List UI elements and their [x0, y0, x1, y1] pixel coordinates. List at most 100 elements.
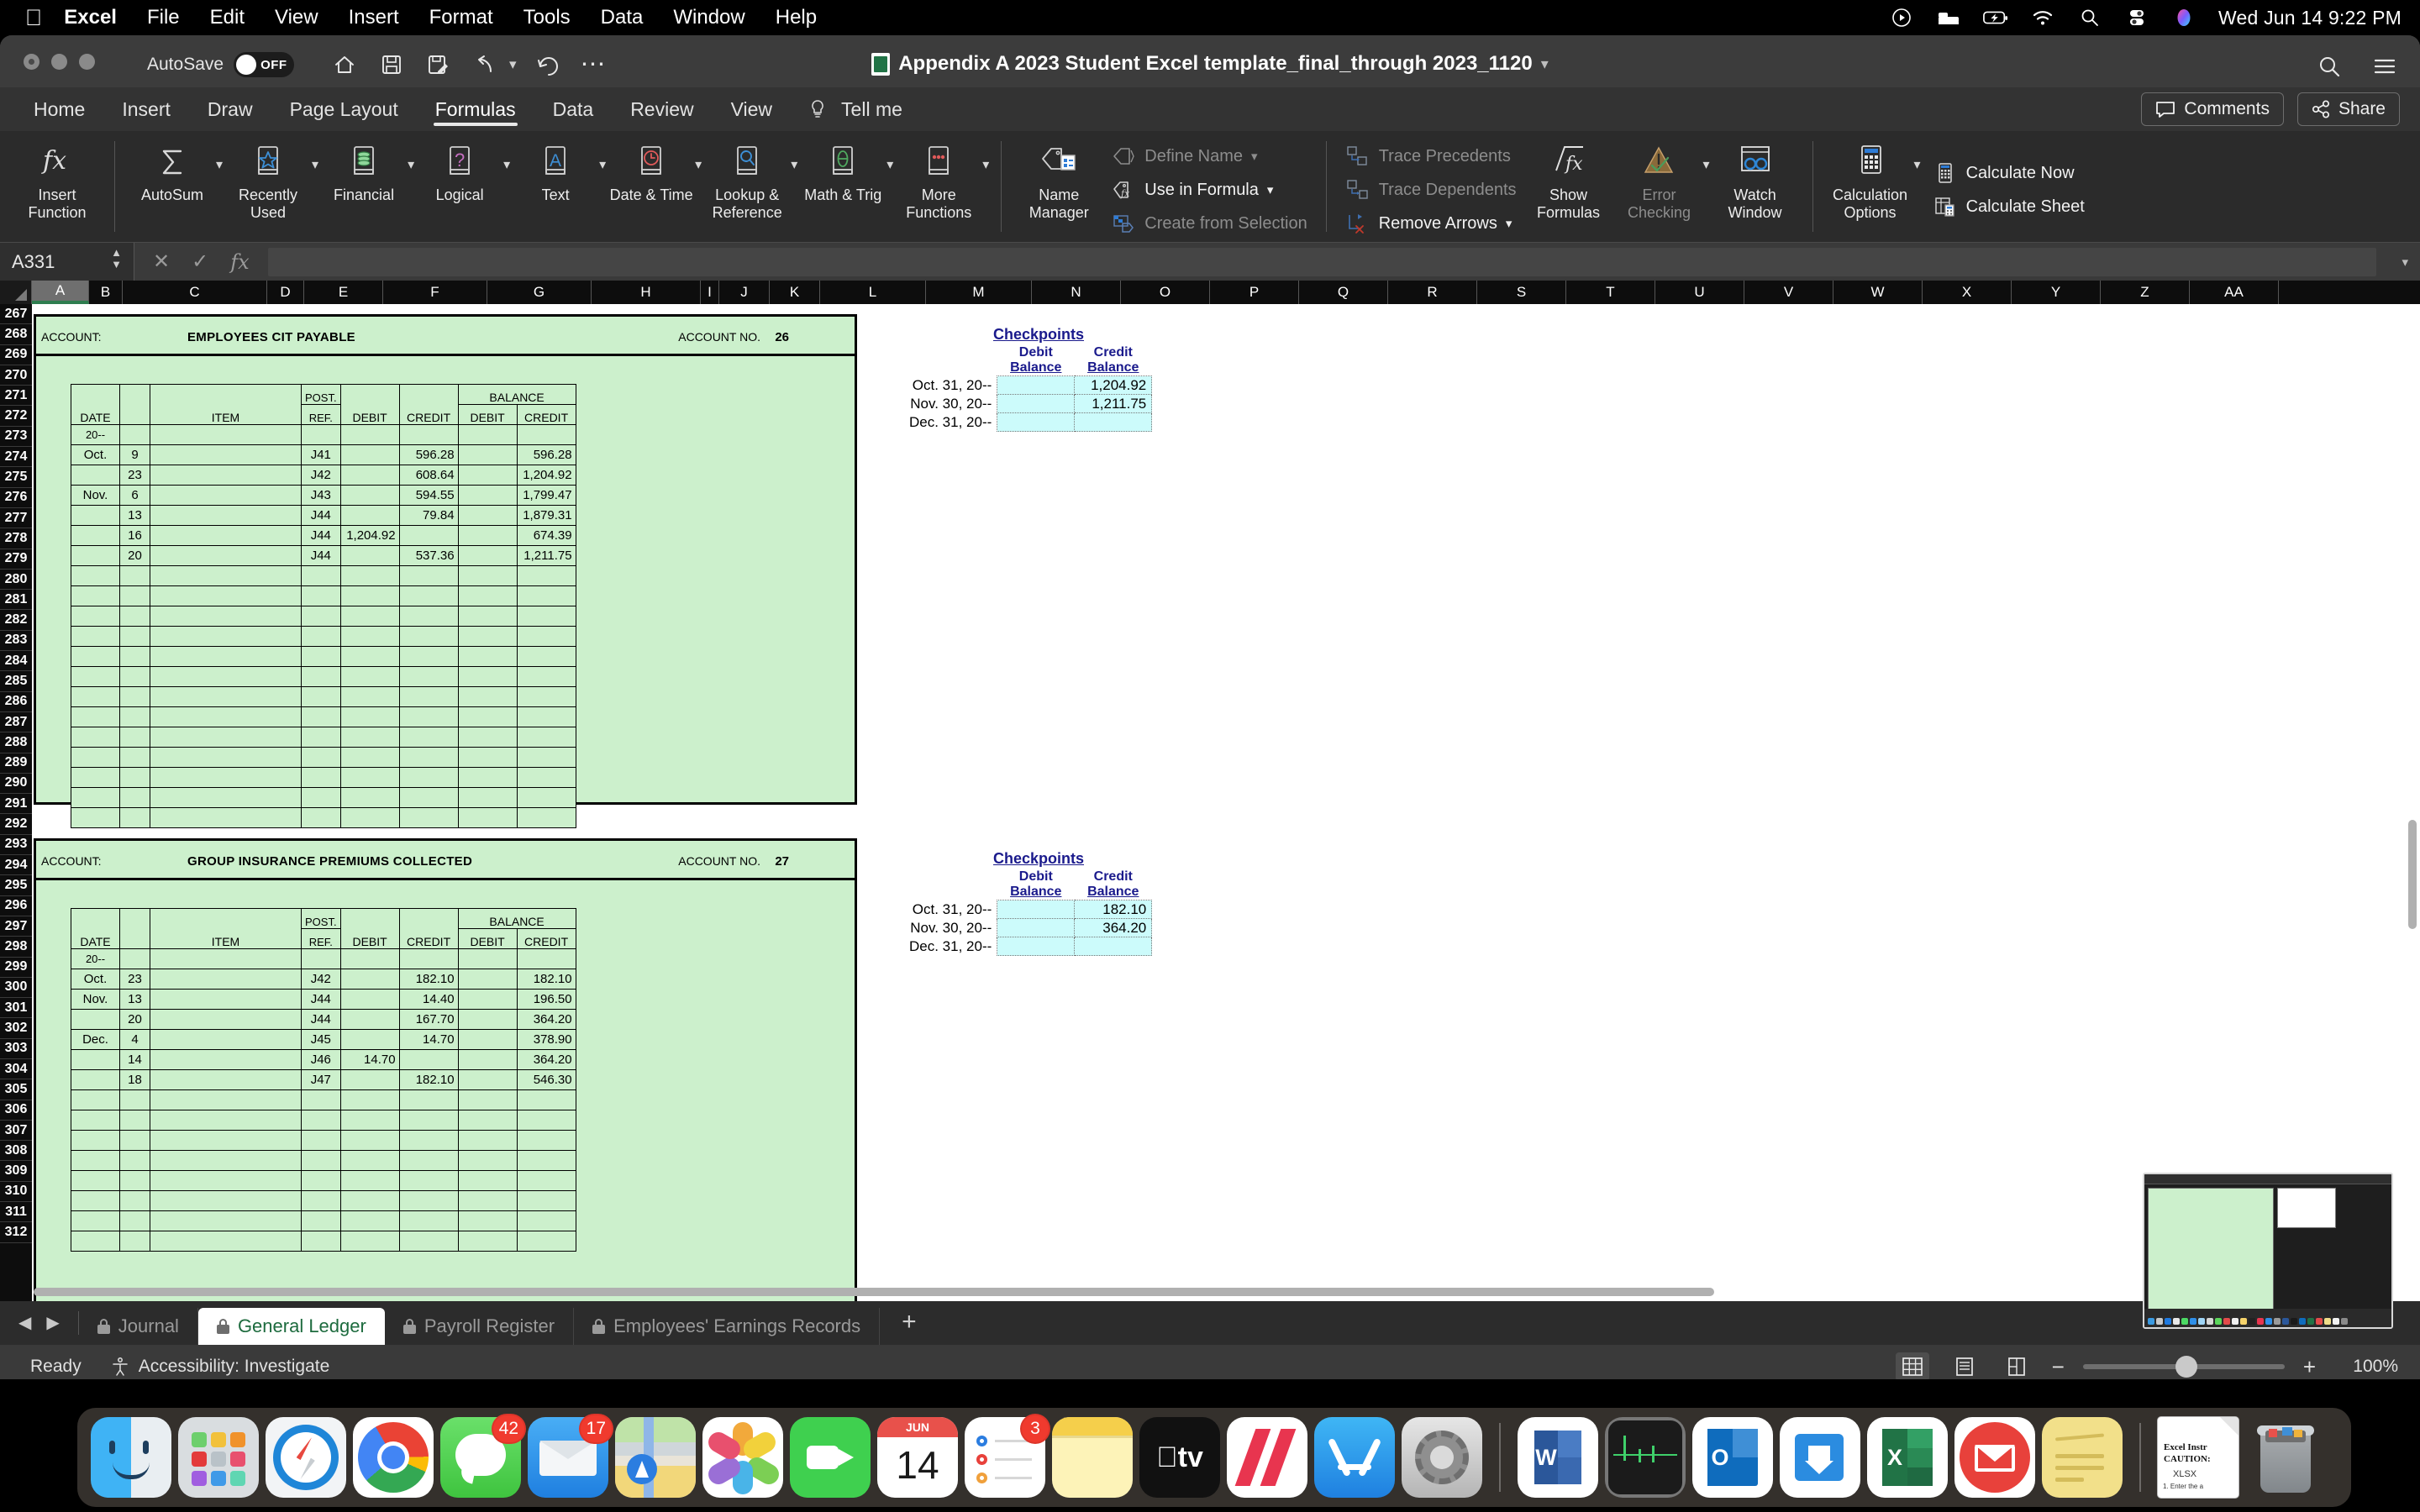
cell-item[interactable]: [150, 505, 302, 526]
horizontal-scrollbar[interactable]: [34, 1288, 2403, 1298]
row-header-278[interactable]: 278: [0, 528, 32, 549]
cell-debit[interactable]: [339, 747, 400, 768]
cell-month[interactable]: [71, 1170, 120, 1191]
cell-month[interactable]: [71, 545, 120, 566]
dock-item-calendar[interactable]: JUN 14: [877, 1417, 958, 1498]
watch-window-button[interactable]: Watch Window: [1710, 138, 1801, 222]
cell-credit[interactable]: [398, 1190, 459, 1211]
menu-item-format[interactable]: Format: [429, 6, 493, 29]
cell-month[interactable]: [71, 1231, 120, 1252]
column-header-AA[interactable]: AA: [2190, 281, 2279, 304]
cell-credit[interactable]: [398, 767, 459, 788]
dock-item-apple-tv[interactable]: tv: [1139, 1417, 1220, 1498]
cell-balance-credit[interactable]: [516, 1150, 576, 1171]
cell-item[interactable]: [150, 646, 302, 667]
cell-debit[interactable]: [339, 1130, 400, 1151]
cell-post-ref[interactable]: [301, 747, 341, 768]
financial-chevron-down-icon[interactable]: ▾: [408, 156, 414, 173]
apple-logo-icon[interactable]: : [25, 6, 42, 29]
row-header-283[interactable]: 283: [0, 631, 32, 652]
cell-balance-debit[interactable]: [457, 807, 518, 828]
cell-day[interactable]: [119, 1190, 150, 1211]
cell-month[interactable]: [71, 666, 120, 687]
cell-item[interactable]: [150, 969, 302, 990]
column-header-S[interactable]: S: [1477, 281, 1566, 304]
autosum-chevron-down-icon[interactable]: ▾: [216, 156, 223, 173]
cell-debit[interactable]: [339, 626, 400, 647]
checkpoints-credit-cell[interactable]: 182.10: [1074, 900, 1153, 919]
define-name-chevron-down-icon[interactable]: ▾: [1251, 149, 1258, 164]
cell-balance-debit[interactable]: [457, 545, 518, 566]
cell-balance-debit[interactable]: [457, 727, 518, 748]
cell-item[interactable]: [150, 1231, 302, 1252]
create-from-selection-button[interactable]: Create from Selection: [1111, 209, 1307, 238]
dock-item-reminders[interactable]: 3: [965, 1414, 1050, 1498]
cell-item[interactable]: [150, 1170, 302, 1191]
cell-day[interactable]: 16: [119, 525, 150, 546]
cell-debit[interactable]: [339, 646, 400, 667]
row-header-304[interactable]: 304: [0, 1059, 32, 1080]
vertical-scroll-thumb[interactable]: [2408, 820, 2417, 929]
dock-item-news[interactable]: [1227, 1417, 1307, 1498]
column-header-X[interactable]: X: [1923, 281, 2012, 304]
menu-item-file[interactable]: File: [147, 6, 180, 29]
cell-post-ref[interactable]: [301, 1150, 341, 1171]
cell-credit[interactable]: 14.40: [398, 989, 459, 1010]
logical-chevron-down-icon[interactable]: ▾: [503, 156, 510, 173]
cell-post-ref[interactable]: J44: [301, 989, 341, 1010]
cell-item[interactable]: [150, 1089, 302, 1110]
cell-balance-credit[interactable]: [516, 807, 576, 828]
cell-month[interactable]: Dec.: [71, 1029, 120, 1050]
row-header-309[interactable]: 309: [0, 1161, 32, 1182]
cell-balance-credit[interactable]: 1,879.31: [516, 505, 576, 526]
name-box-spinner[interactable]: ▲ ▼: [111, 247, 122, 270]
more-functions-button[interactable]: More Functions: [893, 138, 984, 222]
ledger-row[interactable]: [71, 706, 576, 727]
cell-debit[interactable]: [339, 1029, 400, 1050]
checkpoints-credit-cell[interactable]: [1074, 412, 1153, 432]
search-icon[interactable]: [2314, 52, 2344, 81]
row-header-290[interactable]: 290: [0, 774, 32, 795]
ledger-row[interactable]: Nov. 6 J43 594.55 1,799.47: [71, 485, 576, 506]
cell-post-ref[interactable]: [301, 686, 341, 707]
cell-month[interactable]: [71, 686, 120, 707]
column-header-E[interactable]: E: [304, 281, 383, 304]
dock-item-launchpad[interactable]: [178, 1417, 259, 1498]
dock-item-mail[interactable]: 17: [528, 1414, 613, 1498]
cell-debit[interactable]: [339, 485, 400, 506]
ledger-row[interactable]: [71, 747, 576, 768]
cell-month[interactable]: [71, 747, 120, 768]
cell-balance-credit[interactable]: [516, 747, 576, 768]
menu-bar-clock[interactable]: Wed Jun 14 9:22 PM: [2218, 7, 2402, 29]
add-sheet-button[interactable]: +: [880, 1308, 939, 1345]
autosum-button[interactable]: AutoSum: [127, 138, 218, 204]
logical-button[interactable]: ? Logical: [414, 138, 505, 204]
cell-balance-credit[interactable]: 364.20: [516, 1009, 576, 1030]
row-header-285[interactable]: 285: [0, 671, 32, 692]
tab-review[interactable]: Review: [612, 87, 712, 131]
cell-month[interactable]: [71, 807, 120, 828]
cell-balance-debit[interactable]: [457, 767, 518, 788]
column-header-H[interactable]: H: [592, 281, 701, 304]
dock-item-trash[interactable]: [2245, 1417, 2326, 1498]
text-button[interactable]: A Text: [510, 138, 601, 204]
use-in-formula-chevron-down-icon[interactable]: ▾: [1267, 182, 1274, 197]
cell-balance-debit[interactable]: [457, 485, 518, 506]
checkpoints-debit-cell[interactable]: [997, 937, 1076, 956]
cell-debit[interactable]: [339, 1110, 400, 1131]
show-formulas-button[interactable]: fx Show Formulas: [1523, 138, 1614, 222]
row-header-268[interactable]: 268: [0, 324, 32, 345]
cell-day[interactable]: [119, 747, 150, 768]
ledger-row[interactable]: 16 J44 1,204.92 674.39: [71, 525, 576, 546]
cell-debit[interactable]: [339, 989, 400, 1010]
column-header-W[interactable]: W: [1833, 281, 1923, 304]
cell-balance-credit[interactable]: [516, 706, 576, 727]
use-in-formula-button[interactable]: fx Use in Formula ▾: [1111, 176, 1307, 204]
ledger-row[interactable]: [71, 1110, 576, 1131]
cell-debit[interactable]: [339, 969, 400, 990]
fx-icon[interactable]: fx: [230, 250, 249, 274]
ledger-row[interactable]: [71, 565, 576, 586]
tab-home[interactable]: Home: [15, 87, 103, 131]
cell-credit[interactable]: 14.70: [398, 1029, 459, 1050]
column-header-Q[interactable]: Q: [1299, 281, 1388, 304]
